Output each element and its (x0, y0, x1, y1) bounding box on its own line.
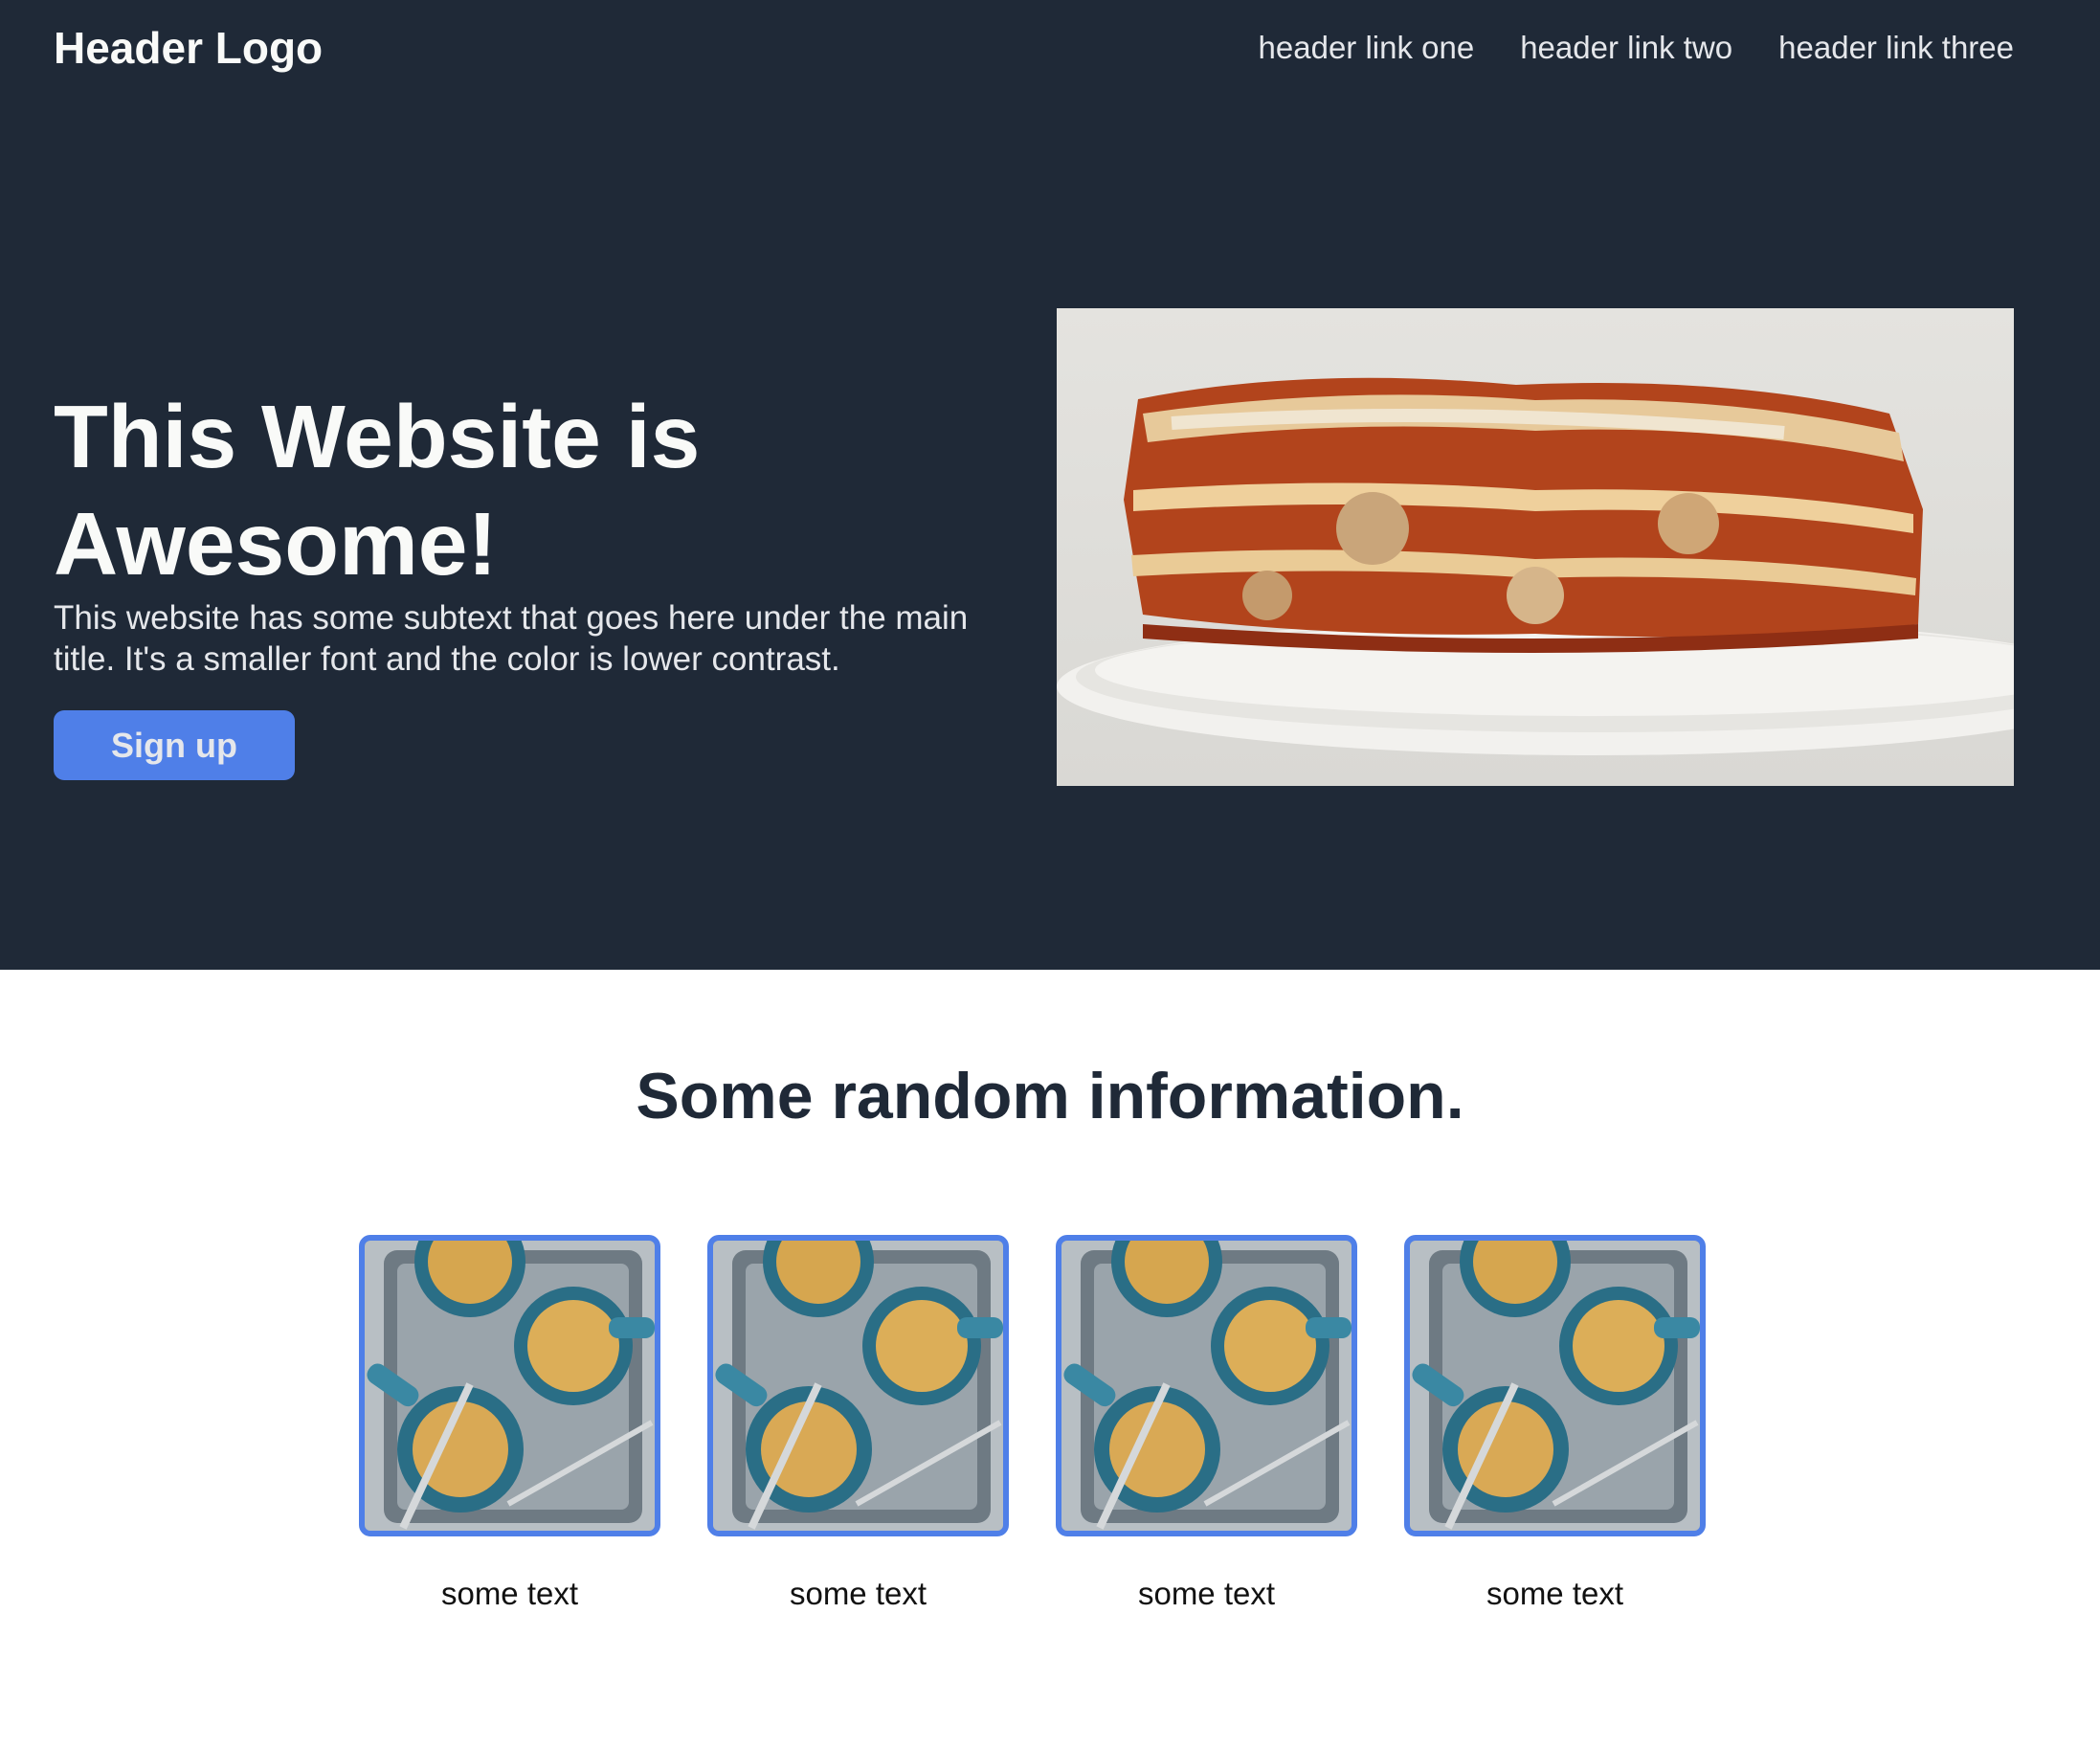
card: some text (1056, 1235, 1357, 1613)
soup-bowls-photo-icon (365, 1241, 655, 1531)
hero-subtext: This website has some subtext that goes … (54, 599, 969, 678)
soup-bowls-photo-icon (713, 1241, 1003, 1531)
header-link-three[interactable]: header link three (1778, 27, 2014, 69)
soup-bowls-photo-icon (1410, 1241, 1700, 1531)
card-image[interactable] (1404, 1235, 1706, 1536)
soup-bowls-photo-icon (1061, 1241, 1352, 1531)
lasagna-image (1057, 308, 2014, 786)
card-text: some text (1137, 1576, 1276, 1611)
card-text: some text (1486, 1576, 1624, 1611)
header-link-two[interactable]: header link two (1520, 27, 1732, 69)
card-image[interactable] (1056, 1235, 1357, 1536)
hero-section: Header Logo header link one header link … (0, 0, 2100, 970)
lasagna-photo-icon (1057, 377, 2014, 755)
card-list: some text some text some text some text (359, 1235, 1706, 1613)
card: some text (707, 1235, 1009, 1613)
card: some text (1404, 1235, 1706, 1613)
info-title: Some random information. (636, 1060, 1464, 1132)
card-image[interactable] (359, 1235, 660, 1536)
header-link-one[interactable]: header link one (1259, 27, 1475, 69)
header-logo[interactable]: Header Logo (54, 21, 323, 75)
sign-up-button[interactable]: Sign up (54, 710, 295, 780)
hero-title: This Website is Awesome! (54, 387, 701, 594)
card-text: some text (440, 1576, 579, 1611)
card-text: some text (789, 1576, 927, 1611)
header-nav: header link one header link two header l… (1259, 27, 2014, 69)
card-image[interactable] (707, 1235, 1009, 1536)
card: some text (359, 1235, 660, 1613)
